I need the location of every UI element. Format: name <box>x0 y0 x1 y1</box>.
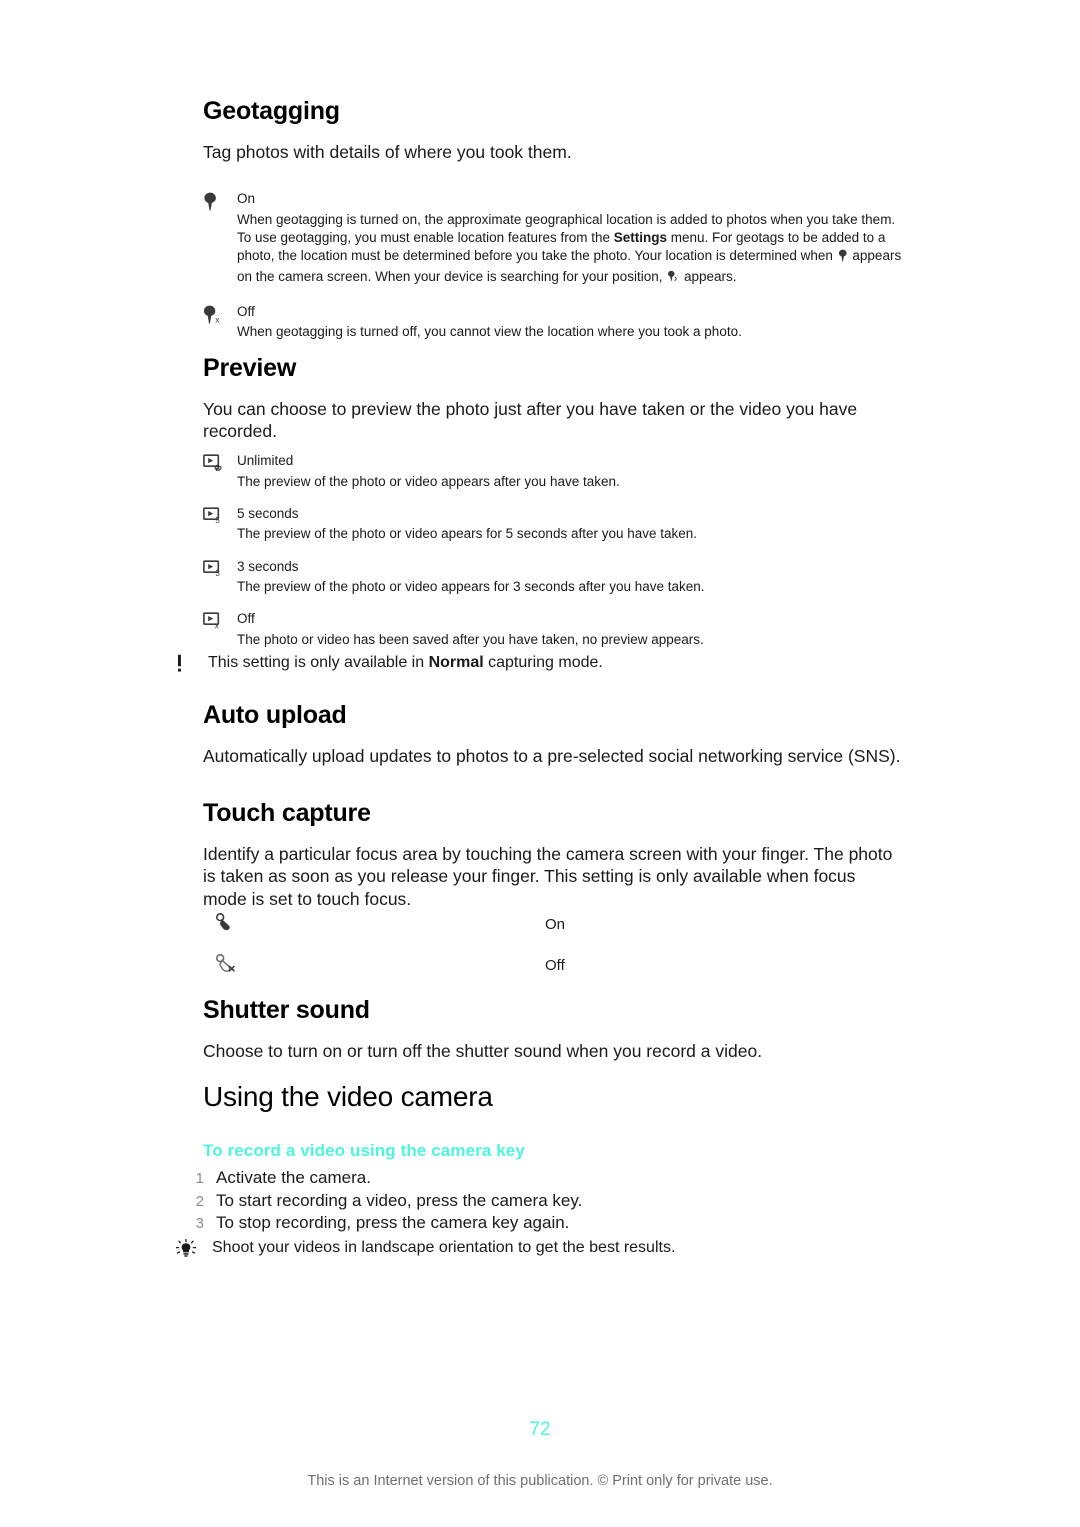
geotagging-option-off-desc: When geotagging is turned off, you canno… <box>237 324 742 340</box>
preview-option-5-seconds-body: 5 seconds The preview of the photo or vi… <box>237 505 903 544</box>
preview-option-5-seconds: 5 5 seconds The preview of the photo or … <box>203 505 903 544</box>
section-preview: Preview You can choose to preview the ph… <box>203 354 908 443</box>
preview-option-3-seconds-body: 3 seconds The preview of the photo or vi… <box>237 558 903 597</box>
geotagging-option-off-title: Off <box>237 303 255 319</box>
touch-capture-label-off: Off <box>545 957 565 974</box>
geotagging-option-off: x Off When geotagging is turned off, you… <box>203 303 903 342</box>
record-video-tip: Shoot your videos in landscape orientati… <box>175 1238 906 1264</box>
preview-option-3-seconds-desc: The preview of the photo or video appear… <box>237 579 705 595</box>
section-shutter-sound: Shutter sound Choose to turn on or turn … <box>203 996 903 1062</box>
list-item: 1 Activate the camera. <box>176 1167 896 1190</box>
list-item: 2 To start recording a video, press the … <box>176 1190 896 1213</box>
touch-capture-label-on: On <box>545 916 566 933</box>
preview-option-unlimited-title: Unlimited <box>237 453 294 468</box>
preview-option-3-seconds-title: 3 seconds <box>237 558 299 574</box>
shutter-sound-body: Choose to turn on or turn off the shutte… <box>203 1040 763 1061</box>
svg-text:5: 5 <box>215 516 220 524</box>
document-page: Geotagging Tag photos with details of wh… <box>0 0 1080 1527</box>
page-number: 72 <box>529 1419 551 1440</box>
desc-text-4: appears. <box>680 268 737 284</box>
shutter-sound-heading: Shutter sound <box>203 996 370 1024</box>
section-touch-capture: Touch capture Identify a particular focu… <box>203 799 903 911</box>
preview-option-off-title: Off <box>237 611 255 627</box>
note-text-2: capturing mode. <box>483 654 603 671</box>
step-number: 2 <box>195 1192 204 1210</box>
lightbulb-tip-icon <box>175 1238 212 1264</box>
inline-location-pin-icon <box>838 249 848 267</box>
task-record-video-heading-wrap: To record a video using the camera key <box>203 1141 903 1161</box>
touch-capture-body: Identify a particular focus area by touc… <box>203 843 893 910</box>
preview-option-unlimited-desc: The preview of the photo or video appear… <box>237 473 620 489</box>
step-text: Activate the camera. <box>216 1168 371 1187</box>
preview-intro: You can choose to preview the photo just… <box>203 398 858 442</box>
geotagging-heading: Geotagging <box>203 97 340 125</box>
svg-text:x: x <box>215 314 220 324</box>
using-video-camera-heading: Using the video camera <box>203 1081 493 1112</box>
svg-text:3: 3 <box>215 569 220 577</box>
geotagging-intro: Tag photos with details of where you too… <box>203 141 572 162</box>
preview-note: This setting is only available in Normal… <box>176 653 906 679</box>
section-auto-upload: Auto upload Automatically upload updates… <box>203 701 903 767</box>
preview-3-seconds-icon: 3 <box>203 558 237 577</box>
geotagging-option-on-body: On When geotagging is turned on, the app… <box>237 190 903 287</box>
inline-location-searching-icon <box>667 270 679 288</box>
task-record-video-heading: To record a video using the camera key <box>203 1141 525 1160</box>
auto-upload-heading: Auto upload <box>203 701 347 729</box>
note-text-1: This setting is only available in <box>208 654 429 671</box>
step-text: To stop recording, press the camera key … <box>216 1213 570 1233</box>
preview-option-off: x Off The photo or video has been saved … <box>203 610 903 649</box>
touch-capture-row-off: Off <box>203 953 903 978</box>
location-pin-off-icon: x <box>203 303 237 324</box>
geotagging-option-on-desc: When geotagging is turned on, the approx… <box>237 211 903 288</box>
preview-option-3-seconds: 3 3 seconds The preview of the photo or … <box>203 558 903 597</box>
touch-capture-heading: Touch capture <box>203 799 371 827</box>
preview-option-unlimited: Unlimited The preview of the photo or vi… <box>203 452 903 491</box>
preview-5-seconds-icon: 5 <box>203 505 237 524</box>
preview-option-off-body: Off The photo or video has been saved af… <box>237 610 903 649</box>
preview-off-icon: x <box>203 610 237 629</box>
desc-bold-settings: Settings <box>613 230 667 246</box>
touch-capture-on-icon <box>215 912 249 937</box>
section-using-video-camera: Using the video camera <box>203 1081 903 1113</box>
preview-option-unlimited-body: Unlimited The preview of the photo or vi… <box>237 452 903 491</box>
section-geotagging: Geotagging Tag photos with details of wh… <box>203 97 903 342</box>
geotagging-option-on-title: On <box>237 191 256 207</box>
preview-unlimited-icon <box>203 452 237 471</box>
step-number: 1 <box>195 1170 204 1187</box>
touch-capture-row-on: On <box>203 912 903 937</box>
touch-capture-options: On Off <box>203 912 903 978</box>
list-item: 3 To stop recording, press the camera ke… <box>176 1212 896 1235</box>
footer-note: This is an Internet version of this publ… <box>307 1473 773 1489</box>
geotagging-option-off-body: Off When geotagging is turned off, you c… <box>237 303 903 342</box>
preview-heading: Preview <box>203 354 297 382</box>
record-video-tip-text: Shoot your videos in landscape orientati… <box>212 1239 676 1256</box>
exclamation-note-icon <box>176 653 208 679</box>
geotagging-option-on: On When geotagging is turned on, the app… <box>203 190 903 287</box>
auto-upload-body: Automatically upload updates to photos t… <box>203 745 901 766</box>
preview-option-5-seconds-title: 5 seconds <box>237 505 299 521</box>
note-bold-normal: Normal <box>428 654 484 671</box>
preview-options-list: Unlimited The preview of the photo or vi… <box>203 452 903 649</box>
step-number: 3 <box>195 1215 204 1233</box>
preview-option-off-desc: The photo or video has been saved after … <box>237 631 704 647</box>
location-pin-on-icon <box>203 190 237 212</box>
step-text: To start recording a video, press the ca… <box>216 1190 583 1210</box>
record-video-steps: 1 Activate the camera. 2 To start record… <box>176 1167 896 1235</box>
preview-note-text: This setting is only available in Normal… <box>208 653 603 674</box>
touch-capture-off-icon <box>215 953 249 978</box>
svg-text:x: x <box>215 621 220 630</box>
preview-option-5-seconds-desc: The preview of the photo or video apears… <box>237 526 698 542</box>
